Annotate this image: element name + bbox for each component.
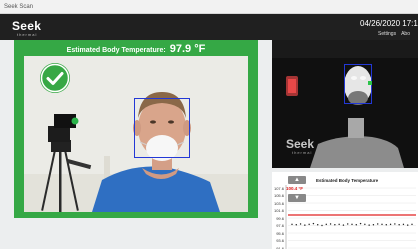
data-point — [295, 224, 297, 226]
y-tick-label: 103.6 — [273, 200, 284, 206]
y-tick-label: 93.6 — [276, 238, 284, 243]
data-point — [355, 224, 357, 226]
app-header: Seek thermal 04/26/2020 17:1 Settings Abo — [0, 14, 418, 40]
data-point — [329, 223, 332, 225]
graph-title: Estimated Body Temperature — [316, 178, 379, 183]
window-title: Seek Scan — [4, 4, 34, 10]
y-tick-label: 91.6 — [276, 245, 284, 249]
y-tick-label: 95.6 — [276, 230, 284, 236]
temperature-status-panel: Estimated Body Temperature: 97.9 °F — [14, 40, 258, 218]
data-point — [321, 224, 323, 227]
pass-checkmark-icon — [40, 63, 70, 93]
data-point — [368, 224, 370, 226]
settings-link[interactable]: Settings — [378, 31, 396, 37]
data-point — [381, 223, 383, 226]
seek-logo: Seek — [12, 19, 42, 33]
data-point — [334, 224, 336, 226]
temperature-value: 97.9 °F — [169, 43, 206, 55]
window-titlebar: Seek Scan — [0, 0, 418, 14]
data-point — [411, 223, 413, 226]
data-point — [291, 223, 293, 226]
data-point — [299, 223, 302, 225]
y-tick-label: 107.6 — [273, 185, 284, 191]
data-point — [372, 224, 375, 226]
y-tick-label: 99.6 — [276, 215, 284, 221]
data-point — [359, 222, 362, 225]
thermal-camera-feed: Seek thermal — [272, 40, 418, 168]
data-point — [338, 223, 340, 226]
thermal-watermark-subtitle: thermal — [292, 150, 313, 155]
header-nav: Settings Abo — [378, 31, 418, 37]
data-point — [394, 223, 396, 225]
data-point — [312, 222, 315, 225]
data-point — [351, 223, 353, 226]
about-link[interactable]: Abo — [401, 31, 410, 37]
face-detection-box — [134, 98, 190, 158]
seek-logo-subtitle: thermal — [17, 32, 38, 37]
data-point — [402, 223, 405, 226]
data-point — [308, 223, 310, 226]
temperature-sample-point — [368, 81, 372, 85]
scroll-up-button[interactable]: ▲ — [288, 176, 306, 184]
thermal-watermark-logo: Seek — [286, 137, 315, 151]
data-point — [407, 224, 409, 226]
data-point — [385, 224, 387, 226]
temperature-graph-panel: Estimated Body Temperature ▲ ▼ 100.4 °F … — [272, 172, 418, 249]
temperature-readout: Estimated Body Temperature: 97.9 °F — [14, 40, 258, 56]
y-tick-label: 105.6 — [273, 193, 284, 198]
temperature-label: Estimated Body Temperature: — [66, 47, 166, 54]
data-point — [377, 223, 379, 225]
scroll-down-button[interactable]: ▼ — [288, 194, 306, 202]
latest-temperature-value: 100.4 °F — [286, 186, 304, 191]
data-point — [304, 224, 306, 226]
data-point — [398, 224, 400, 226]
y-tick-label: 101.6 — [273, 208, 284, 213]
data-point — [325, 223, 327, 226]
y-tick-label: 97.6 — [276, 223, 284, 228]
data-point — [347, 223, 349, 225]
data-point — [317, 224, 319, 226]
visible-camera-feed — [24, 56, 248, 212]
datetime-display: 04/26/2020 17:1 — [360, 19, 418, 28]
data-point — [389, 223, 392, 226]
data-point — [342, 224, 345, 226]
data-point — [364, 223, 366, 226]
